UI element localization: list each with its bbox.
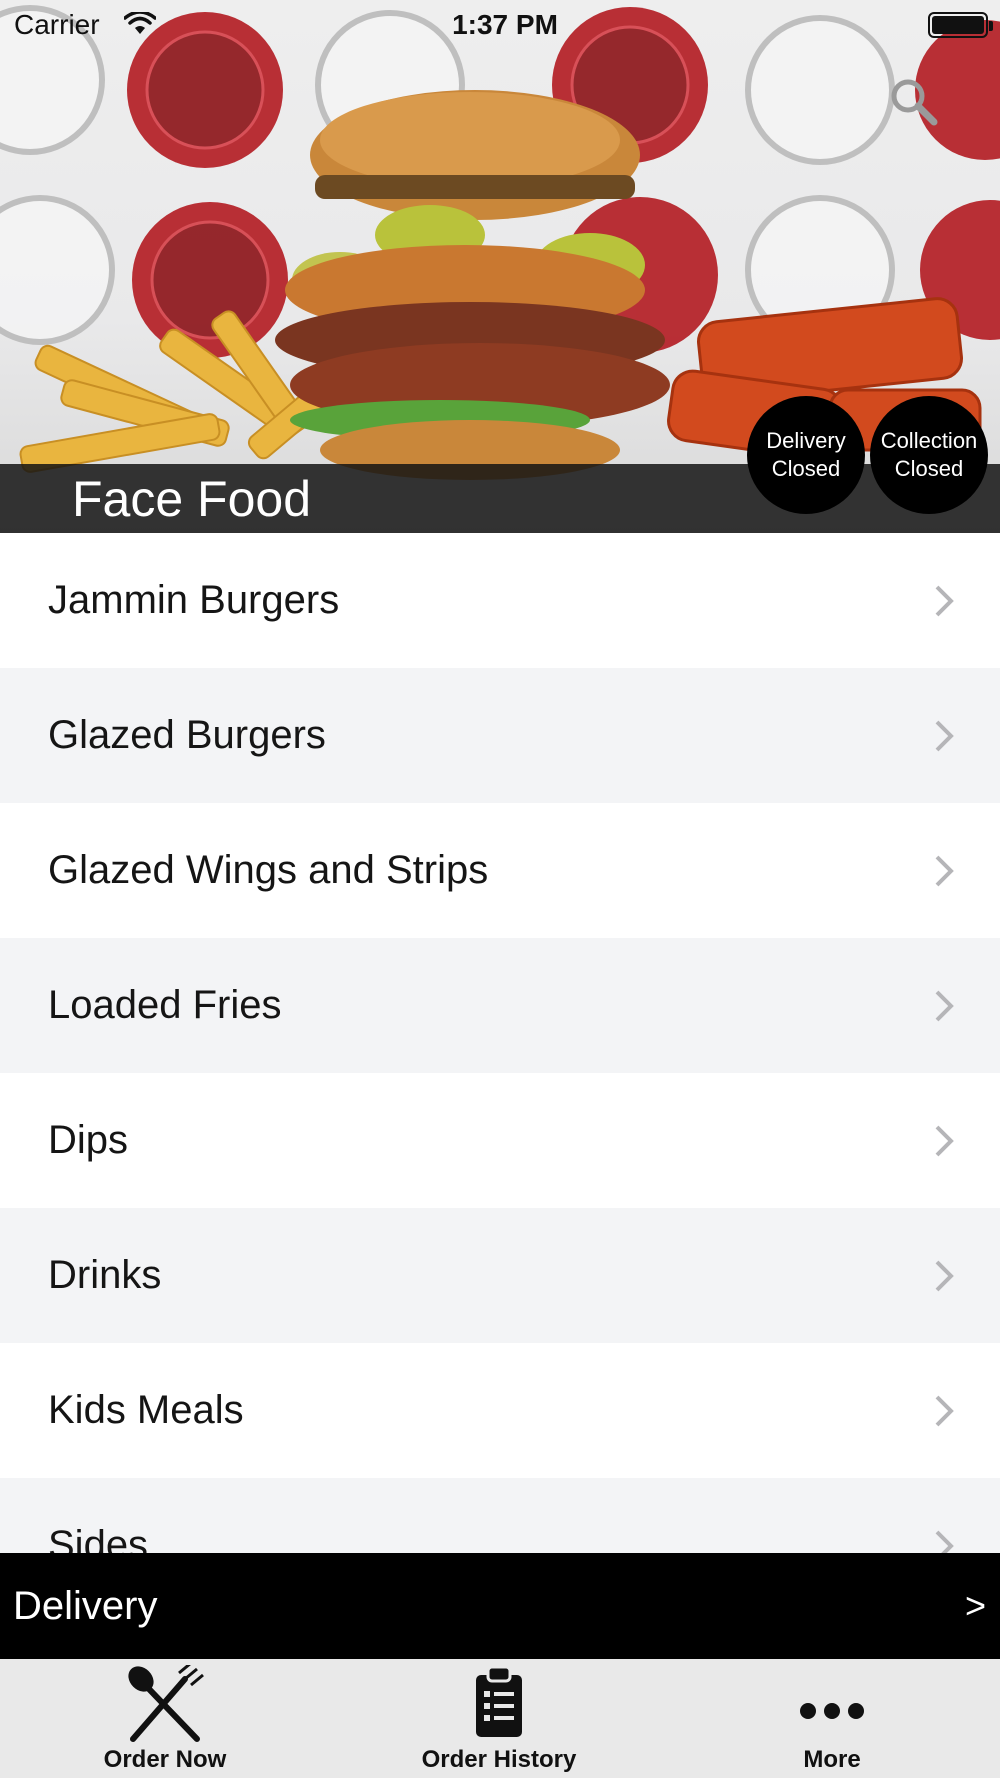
tab-order-history[interactable]: Order History	[379, 1659, 619, 1778]
collection-status-badge: Collection Closed	[870, 396, 988, 514]
fork-knife-icon	[128, 1665, 204, 1742]
chevron-right-icon	[935, 855, 954, 886]
chevron-right-icon	[935, 1530, 954, 1553]
delivery-arrow: >	[964, 1585, 986, 1626]
clipboard-list-icon	[476, 1665, 522, 1737]
menu-item-label: Glazed Burgers	[48, 713, 326, 757]
menu-item-label: Kids Meals	[48, 1388, 244, 1432]
menu-item-jammin-burgers[interactable]: Jammin Burgers	[0, 533, 1000, 668]
search-icon[interactable]	[888, 76, 940, 128]
menu-item-label: Jammin Burgers	[48, 578, 340, 622]
tab-label: More	[803, 1746, 861, 1773]
store-name: Face Food	[72, 471, 312, 527]
tab-more[interactable]: More	[712, 1659, 952, 1778]
menu-item-sides[interactable]: Sides	[0, 1478, 1000, 1553]
chevron-right-icon	[935, 720, 954, 751]
more-dots-icon	[800, 1703, 864, 1719]
badge-line: Closed	[771, 456, 841, 481]
menu-item-label: Sides	[48, 1523, 149, 1553]
chevron-right-icon	[935, 990, 954, 1021]
badge-line: Delivery	[766, 428, 846, 453]
delivery-mode-bar[interactable]: Delivery >	[0, 1553, 1000, 1659]
hero-banner: Carrier 1:37 PM Face Food Delivery Close…	[0, 0, 1000, 533]
chevron-right-icon	[935, 1395, 954, 1426]
menu-category-list[interactable]: Jammin Burgers Glazed Burgers Glazed Win…	[0, 533, 1000, 1553]
menu-item-label: Drinks	[48, 1253, 162, 1297]
badge-line: Collection	[880, 428, 978, 453]
badge-line: Closed	[894, 456, 964, 481]
menu-item-glazed-wings-and-strips[interactable]: Glazed Wings and Strips	[0, 803, 1000, 938]
menu-item-dips[interactable]: Dips	[0, 1073, 1000, 1208]
battery-icon	[928, 12, 993, 38]
status-time: 1:37 PM	[452, 9, 558, 40]
menu-item-loaded-fries[interactable]: Loaded Fries	[0, 938, 1000, 1073]
tab-order-now[interactable]: Order Now	[45, 1659, 285, 1778]
tab-bar: Order Now Order History More	[0, 1659, 1000, 1778]
chevron-right-icon	[935, 1125, 954, 1156]
menu-item-glazed-burgers[interactable]: Glazed Burgers	[0, 668, 1000, 803]
menu-item-label: Dips	[48, 1118, 129, 1162]
menu-item-label: Loaded Fries	[48, 983, 282, 1027]
menu-item-label: Glazed Wings and Strips	[48, 848, 489, 892]
menu-item-drinks[interactable]: Drinks	[0, 1208, 1000, 1343]
delivery-mode-label: Delivery	[13, 1583, 158, 1628]
chevron-right-icon	[935, 1260, 954, 1291]
tab-label: Order Now	[103, 1746, 227, 1773]
chevron-right-icon	[935, 585, 954, 616]
delivery-status-badge: Delivery Closed	[747, 396, 865, 514]
status-bar: Carrier 1:37 PM	[0, 0, 1000, 50]
tab-label: Order History	[421, 1746, 577, 1773]
menu-item-kids-meals[interactable]: Kids Meals	[0, 1343, 1000, 1478]
